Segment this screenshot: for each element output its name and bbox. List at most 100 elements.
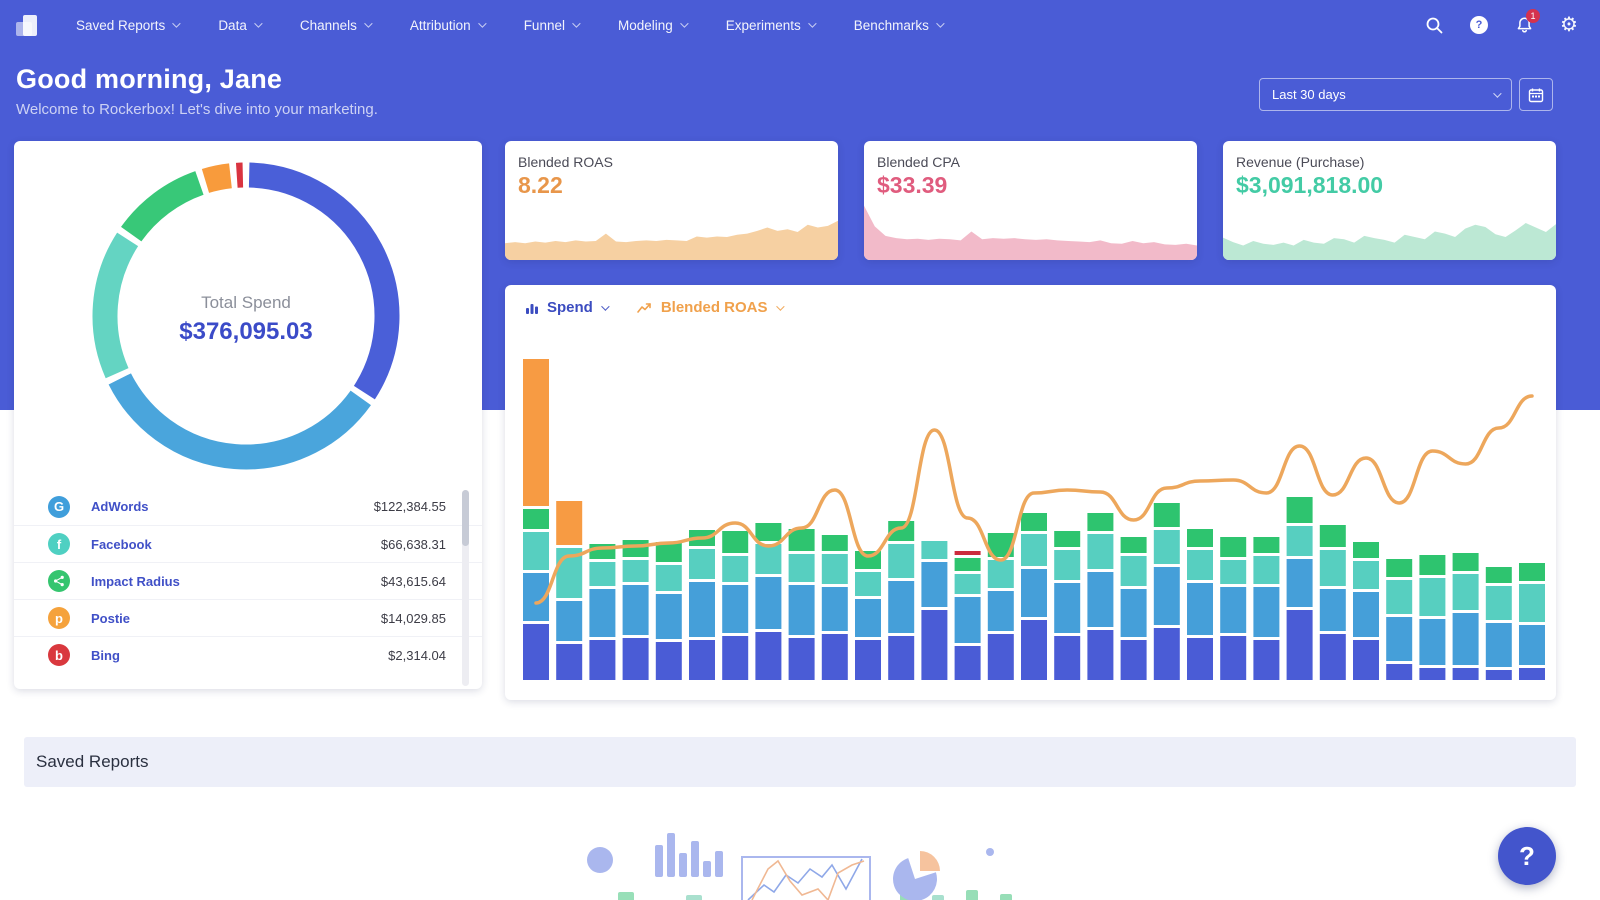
nav-item-data[interactable]: Data (218, 18, 260, 33)
share-icon (48, 570, 70, 592)
chevron-down-icon (808, 19, 816, 27)
question-mark-icon: ? (1519, 841, 1535, 872)
date-range-select[interactable]: Last 30 days (1259, 78, 1512, 111)
postie-icon: p (48, 607, 70, 629)
channel-name: Facebook (91, 537, 152, 552)
nav-actions: ? 1 ⚙ (1423, 14, 1580, 36)
chevron-down-icon (1493, 89, 1501, 97)
settings-gear-icon[interactable]: ⚙ (1558, 14, 1580, 36)
spend-roas-chart-card: Spend Blended ROAS (505, 285, 1556, 700)
illus-line-chart-frame (742, 857, 870, 900)
nav-label: Funnel (524, 18, 565, 33)
kpi-label: Blended CPA (877, 154, 960, 170)
help-icon[interactable]: ? (1468, 14, 1490, 36)
nav-item-saved-reports[interactable]: Saved Reports (76, 18, 178, 33)
legend-row-facebook[interactable]: f Facebook $66,638.31 (14, 525, 482, 562)
calendar-button[interactable] (1519, 78, 1553, 111)
channel-spend: $14,029.85 (381, 611, 446, 626)
channel-spend: $66,638.31 (381, 537, 446, 552)
nav-item-attribution[interactable]: Attribution (410, 18, 484, 33)
chevron-down-icon (478, 19, 486, 27)
kpi-value: $33.39 (877, 172, 947, 199)
chart-metric-toggles: Spend Blended ROAS (525, 299, 782, 316)
legend-scrollbar-thumb[interactable] (462, 490, 469, 546)
toggle-label: Spend (547, 299, 593, 316)
illus-bar-chart (655, 833, 723, 877)
nav-label: Experiments (726, 18, 801, 33)
date-range-value: Last 30 days (1272, 87, 1346, 102)
nav-label: Benchmarks (854, 18, 929, 33)
adwords-icon: G (48, 496, 70, 518)
page-title: Good morning, Jane (16, 64, 378, 95)
chevron-down-icon (364, 19, 372, 27)
toggle-label: Blended ROAS (661, 299, 768, 316)
rockerbox-logo[interactable] (14, 12, 40, 38)
illus-pie-chart (887, 851, 942, 900)
facebook-icon: f (48, 533, 70, 555)
nav-label: Attribution (410, 18, 471, 33)
hero-header: Good morning, Jane Welcome to Rockerbox!… (16, 64, 378, 118)
legend-row-impact-radius[interactable]: Impact Radius $43,615.64 (14, 562, 482, 599)
channel-spend: $43,615.64 (381, 574, 446, 589)
chevron-down-icon (601, 302, 609, 310)
channel-spend: $122,384.55 (374, 499, 446, 514)
channel-spend: $2,314.04 (388, 648, 446, 663)
date-range-controls: Last 30 days (1259, 78, 1553, 111)
legend-row-postie[interactable]: p Postie $14,029.85 (14, 599, 482, 636)
notification-badge: 1 (1526, 9, 1540, 23)
illus-dot (587, 847, 613, 873)
chevron-down-icon (936, 19, 944, 27)
kpi-card-blended-cpa: Blended CPA $33.39 (864, 141, 1197, 260)
total-spend-label: Total Spend (90, 293, 402, 313)
kpi-value: $3,091,818.00 (1236, 172, 1383, 199)
help-fab-button[interactable]: ? (1498, 827, 1556, 885)
legend-row-bing[interactable]: b Bing $2,314.04 (14, 636, 482, 673)
nav-menu: Saved Reports Data Channels Attribution … (76, 18, 942, 33)
saved-reports-section-header: Saved Reports (24, 737, 1576, 787)
chevron-down-icon (680, 19, 688, 27)
kpi-card-revenue: Revenue (Purchase) $3,091,818.00 (1223, 141, 1556, 260)
bar-chart-icon (525, 301, 539, 315)
page-subtitle: Welcome to Rockerbox! Let's dive into yo… (16, 101, 378, 118)
calendar-icon (1528, 87, 1544, 103)
chevron-down-icon (572, 19, 580, 27)
kpi-value: 8.22 (518, 172, 563, 199)
chevron-down-icon (776, 302, 784, 310)
kpi-card-blended-roas: Blended ROAS 8.22 (505, 141, 838, 260)
kpi-label: Blended ROAS (518, 154, 613, 170)
spend-metric-toggle[interactable]: Spend (525, 299, 607, 316)
nav-label: Data (218, 18, 247, 33)
dashboard-page: Saved Reports Data Channels Attribution … (0, 0, 1600, 900)
nav-label: Channels (300, 18, 357, 33)
stacked-bar-line-chart (513, 345, 1548, 685)
channel-name: AdWords (91, 499, 149, 514)
section-title: Saved Reports (36, 752, 148, 772)
top-nav: Saved Reports Data Channels Attribution … (0, 0, 1600, 50)
legend-scrollbar (462, 490, 469, 686)
nav-label: Modeling (618, 18, 673, 33)
kpi-label: Revenue (Purchase) (1236, 154, 1364, 170)
channel-legend: G AdWords $122,384.55 f Facebook $66,638… (14, 488, 482, 673)
nav-item-funnel[interactable]: Funnel (524, 18, 578, 33)
legend-row-adwords[interactable]: G AdWords $122,384.55 (14, 488, 482, 525)
nav-label: Saved Reports (76, 18, 165, 33)
search-icon[interactable] (1423, 14, 1445, 36)
cpa-sparkline (864, 204, 1197, 260)
channel-name: Bing (91, 648, 120, 663)
revenue-sparkline (1223, 204, 1556, 260)
charts-illustration (570, 797, 1040, 900)
total-spend-value: $376,095.03 (90, 318, 402, 346)
total-spend-card: Total Spend $376,095.03 G AdWords $122,3… (14, 141, 482, 689)
channel-name: Postie (91, 611, 130, 626)
notifications-bell-icon[interactable]: 1 (1513, 14, 1535, 36)
blended-roas-metric-toggle[interactable]: Blended ROAS (637, 299, 782, 316)
nav-item-channels[interactable]: Channels (300, 18, 370, 33)
bing-icon: b (48, 644, 70, 666)
roas-sparkline (505, 204, 838, 260)
channel-name: Impact Radius (91, 574, 180, 589)
chevron-down-icon (172, 19, 180, 27)
nav-item-modeling[interactable]: Modeling (618, 18, 686, 33)
illus-dot-small (986, 848, 994, 856)
nav-item-experiments[interactable]: Experiments (726, 18, 814, 33)
nav-item-benchmarks[interactable]: Benchmarks (854, 18, 942, 33)
